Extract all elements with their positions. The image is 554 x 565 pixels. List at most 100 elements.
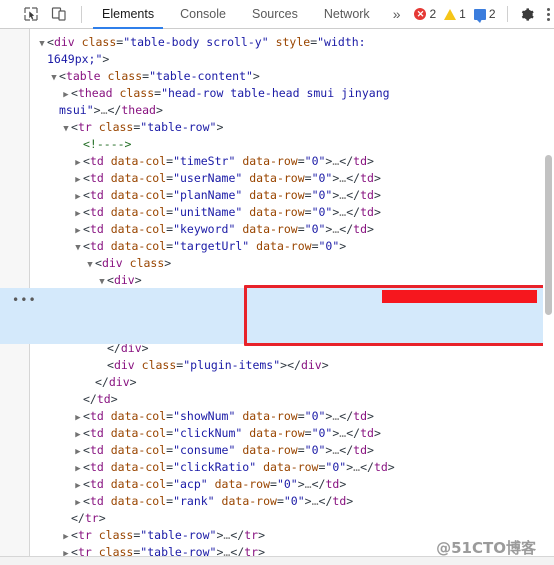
token-punc: = (304, 171, 312, 185)
token-punc: < (59, 69, 66, 83)
token-val: "table-row" (140, 528, 217, 542)
error-counter[interactable]: ✕ 2 (410, 7, 440, 21)
toolbar-divider (81, 5, 82, 23)
dom-tree-line[interactable]: <td data-col="unitName" data-row="0">…</… (31, 204, 554, 221)
dom-tree-line[interactable]: <div class="plugin-items"></div> (31, 357, 554, 374)
token-punc: < (83, 171, 90, 185)
token-tag: td (89, 460, 104, 474)
dom-tree-line[interactable]: <thead class="head-row table-head smui j… (31, 85, 554, 102)
dom-tree-line[interactable]: <td data-col="keyword" data-row="0">…</t… (31, 221, 554, 238)
device-toolbar-icon[interactable] (48, 4, 70, 24)
token-punc (123, 256, 130, 270)
token-punc: > (346, 494, 354, 508)
gear-icon[interactable] (515, 7, 540, 22)
token-punc: </ (318, 494, 333, 508)
token-punc (104, 460, 111, 474)
token-val: "width: (317, 35, 366, 49)
token-punc: </ (346, 426, 361, 440)
token-attr: data-row (249, 188, 305, 202)
dom-tree-line[interactable]: <td data-col="timeStr" data-row="0">…</t… (31, 153, 554, 170)
token-punc: < (83, 205, 90, 219)
token-tag: td (89, 239, 104, 253)
token-val: "0" (304, 443, 326, 457)
dom-tree-line[interactable]: <td data-col="consume" data-row="0">…</t… (31, 442, 554, 459)
tab-sources[interactable]: Sources (239, 0, 311, 29)
token-ell: … (304, 477, 312, 491)
token-punc: > (258, 528, 265, 542)
dom-tree-line[interactable]: <table class="table-content"> (31, 68, 554, 85)
tab-network[interactable]: Network (311, 0, 383, 29)
dom-tree-line[interactable]: 1649px;"> (31, 51, 554, 68)
inspect-element-icon[interactable] (20, 4, 42, 24)
warning-counter[interactable]: 1 (440, 7, 470, 21)
token-punc (104, 443, 111, 457)
token-val: "0" (304, 222, 326, 236)
tab-elements[interactable]: Elements (89, 0, 167, 29)
token-punc: ></ (280, 358, 301, 372)
toolbar-right-group: ✕ 2 1 2 ✕ (410, 6, 554, 23)
dom-tree-line[interactable]: <div class="table-body scroll-y" style="… (31, 34, 554, 51)
token-tag: tr (244, 545, 259, 556)
dom-tree-line[interactable]: msui">…</thead> (31, 102, 554, 119)
token-punc: </ (339, 154, 354, 168)
token-punc: = (304, 205, 312, 219)
token-tag: td (89, 222, 104, 236)
token-attr: class (107, 69, 143, 83)
twisty-collapsed-icon[interactable] (61, 546, 71, 556)
tab-console[interactable]: Console (167, 0, 239, 29)
token-tag: div (53, 35, 75, 49)
dom-tree-line[interactable]: <!----> (31, 136, 554, 153)
token-punc: > (164, 256, 172, 270)
toolbar-divider-right (506, 6, 508, 22)
warning-icon (444, 8, 457, 20)
token-attr: data-row (242, 154, 298, 168)
dom-tree-line[interactable]: </tr> (31, 510, 554, 527)
token-attr: data-row (249, 426, 305, 440)
more-tabs-label: » (392, 6, 401, 22)
token-tag: td (89, 188, 104, 202)
token-tag: td (89, 154, 104, 168)
token-punc: < (83, 409, 90, 423)
dom-tree-line[interactable]: <div> (31, 272, 554, 289)
token-tag: td (360, 205, 374, 219)
token-punc: < (107, 358, 114, 372)
vertical-scrollbar-thumb[interactable] (545, 155, 552, 315)
hidden-nodes-marker[interactable]: ••• (12, 294, 37, 306)
token-attr: data-row (242, 409, 298, 423)
dom-tree-line[interactable]: </td> (31, 391, 554, 408)
kebab-menu-icon[interactable] (540, 7, 554, 21)
dom-tree-line[interactable]: <td data-col="targetUrl" data-row="0"> (31, 238, 554, 255)
dom-tree-line[interactable]: <tr class="table-row"> (31, 119, 554, 136)
more-tabs-icon[interactable]: » (383, 0, 411, 29)
token-punc: > (304, 494, 312, 508)
token-attr: data-col (110, 205, 167, 219)
dom-tree-line[interactable]: <div class> (31, 255, 554, 272)
dom-tree-line[interactable]: <td data-col="planName" data-row="0">…</… (31, 187, 554, 204)
token-val: "table-row" (140, 120, 217, 134)
token-punc: </ (346, 171, 361, 185)
token-val: "0" (311, 171, 333, 185)
token-punc: = (270, 477, 277, 491)
dom-tree-line[interactable]: <td data-col="clickNum" data-row="0">…</… (31, 425, 554, 442)
token-val: "rank" (173, 494, 215, 508)
message-counter[interactable]: 2 (470, 7, 500, 23)
dom-tree-line[interactable]: <td data-col="acp" data-row="0">…</td> (31, 476, 554, 493)
token-val: "0" (311, 426, 333, 440)
token-attr: class (81, 35, 117, 49)
token-attr: class (129, 256, 165, 270)
token-val: "0" (311, 205, 333, 219)
token-punc (113, 86, 120, 100)
dom-tree-line[interactable]: <td data-col="rank" data-row="0">…</td> (31, 493, 554, 510)
dom-tree-line[interactable]: </div> (31, 374, 554, 391)
dom-tree-line[interactable]: <td data-col="userName" data-row="0">…</… (31, 170, 554, 187)
token-attr: class (98, 528, 134, 542)
token-val: "acp" (173, 477, 208, 491)
watermark: @51CTO博客 (436, 539, 536, 557)
dom-tree-line[interactable]: <td data-col="clickRatio" data-row="0">…… (31, 459, 554, 476)
dom-tree-line[interactable]: <td data-col="showNum" data-row="0">…</t… (31, 408, 554, 425)
tab-elements-label: Elements (102, 7, 155, 21)
vertical-scrollbar-track[interactable] (543, 29, 554, 556)
token-attr: style (275, 35, 311, 49)
token-attr: data-row (242, 222, 298, 236)
token-val: "0" (311, 188, 333, 202)
